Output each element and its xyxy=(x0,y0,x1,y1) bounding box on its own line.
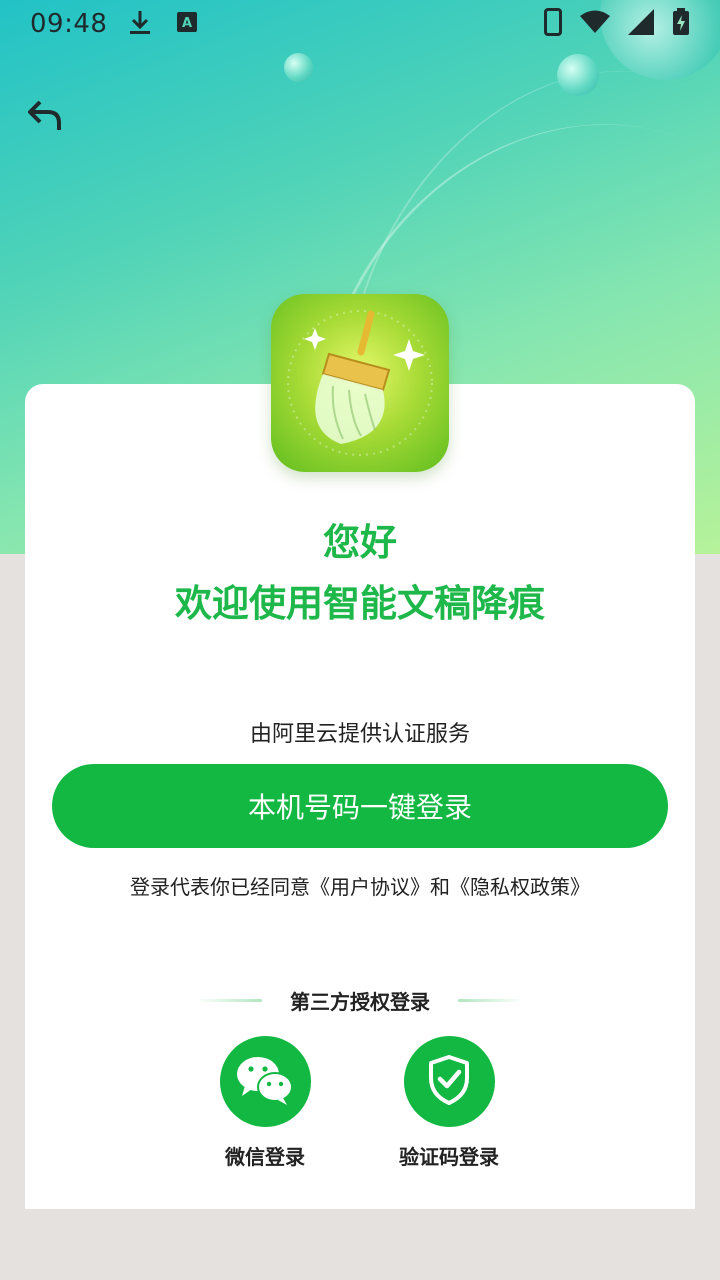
welcome-title: 欢迎使用智能文稿降痕 xyxy=(175,582,545,625)
user-agreement-link[interactable]: 《用户协议》 xyxy=(310,875,430,899)
wechat-login-label: 微信登录 xyxy=(225,1145,305,1169)
status-time: 09:48 xyxy=(30,9,108,39)
status-bar: 09:48 A xyxy=(0,0,720,48)
privacy-policy-link[interactable]: 《隐私权政策》 xyxy=(450,875,590,899)
broom-icon xyxy=(287,310,433,456)
download-icon xyxy=(129,9,151,39)
wifi-icon xyxy=(580,10,610,38)
agreement-prefix: 登录代表你已经同意 xyxy=(130,875,310,899)
bubble-decoration xyxy=(284,53,313,82)
welcome-greeting: 您好 xyxy=(323,521,397,564)
wechat-icon xyxy=(235,1054,295,1110)
sms-code-login-label: 验证码登录 xyxy=(399,1145,499,1169)
phone-icon xyxy=(544,8,562,40)
shield-check-icon xyxy=(427,1054,471,1110)
third-party-section-title: 第三方授权登录 xyxy=(25,986,695,1015)
text-a-icon: A xyxy=(177,12,198,36)
divider-line xyxy=(196,999,262,1002)
back-arrow-icon xyxy=(26,100,66,140)
agreement-text: 登录代表你已经同意《用户协议》和《隐私权政策》 xyxy=(25,871,695,900)
app-logo xyxy=(271,294,449,472)
battery-icon xyxy=(672,8,690,40)
agreement-and: 和 xyxy=(430,875,450,899)
signal-icon xyxy=(628,9,654,39)
auth-provider-text: 由阿里云提供认证服务 xyxy=(249,722,470,747)
sms-code-login-button[interactable] xyxy=(403,1036,495,1127)
sms-code-login-option[interactable]: 验证码登录 xyxy=(379,1036,519,1170)
third-party-title: 第三方授权登录 xyxy=(290,990,430,1014)
bubble-decoration xyxy=(557,54,599,96)
divider-line xyxy=(458,999,524,1002)
wechat-login-option[interactable]: 微信登录 xyxy=(195,1036,335,1170)
one-click-login-button[interactable]: 本机号码一键登录 xyxy=(52,764,668,848)
wechat-login-button[interactable] xyxy=(219,1036,311,1127)
svg-text:A: A xyxy=(182,16,192,31)
back-button[interactable] xyxy=(26,96,66,136)
